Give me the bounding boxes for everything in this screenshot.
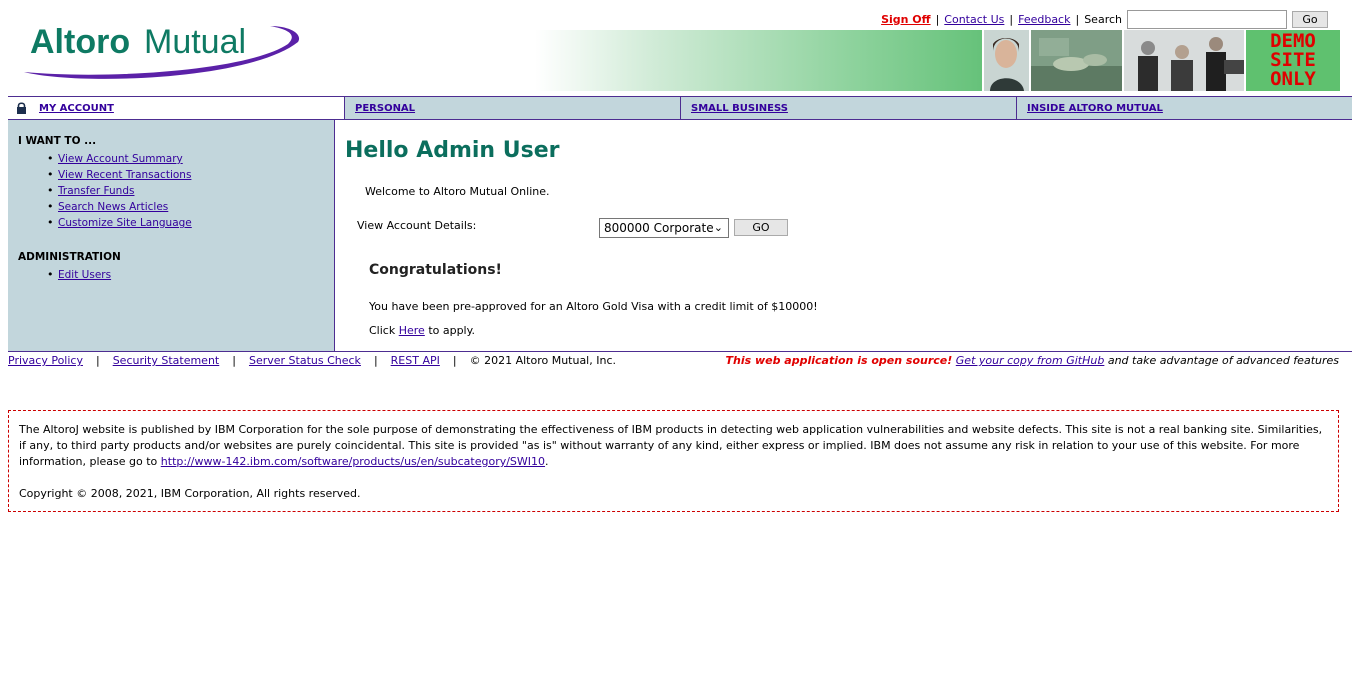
search-go-button[interactable]: Go — [1292, 10, 1328, 28]
page-title: Hello Admin User — [345, 138, 560, 163]
separator: | — [232, 354, 236, 367]
footer-divider — [8, 351, 1352, 352]
security-statement-link[interactable]: Security Statement — [113, 354, 220, 367]
list-item: Customize Site Language — [47, 215, 192, 231]
administration-list: Edit Users — [47, 267, 111, 283]
customize-site-language-link[interactable]: Customize Site Language — [58, 217, 192, 229]
tab-small-business[interactable]: SMALL BUSINESS — [680, 97, 1016, 119]
apply-line: Click Here to apply. — [369, 324, 475, 337]
open-source-rest-text: and take advantage of advanced features — [1107, 354, 1339, 367]
list-item: View Recent Transactions — [47, 167, 192, 183]
disclaimer-copyright: Copyright © 2008, 2021, IBM Corporation,… — [19, 487, 361, 500]
ibm-info-link[interactable]: http://www-142.ibm.com/software/products… — [161, 455, 545, 468]
tab-inside-altoro-mutual[interactable]: INSIDE ALTORO MUTUAL — [1016, 97, 1352, 119]
view-account-details-label: View Account Details: — [357, 219, 477, 232]
server-status-check-link[interactable]: Server Status Check — [249, 354, 361, 367]
separator: | — [373, 354, 378, 367]
feedback-link[interactable]: Feedback — [1018, 13, 1070, 26]
tab-small-business-link[interactable]: SMALL BUSINESS — [691, 103, 788, 114]
woman-photo — [984, 30, 1029, 91]
i-want-to-heading: I WANT TO ... — [18, 135, 97, 147]
footer-links: Privacy Policy | Security Statement | Server… — [8, 354, 616, 367]
logo-text-mutual: Mutual — [144, 23, 246, 61]
search-input[interactable] — [1127, 9, 1287, 29]
search-news-articles-link[interactable]: Search News Articles — [58, 201, 168, 213]
banner-gradient — [535, 30, 982, 91]
github-link[interactable]: Get your copy from GitHub — [956, 354, 1105, 367]
logo-text-altoro: Altoro — [30, 23, 130, 61]
separator: | — [452, 354, 457, 367]
tab-inside-altoro-link[interactable]: INSIDE ALTORO MUTUAL — [1027, 103, 1163, 114]
click-suffix: to apply. — [428, 324, 476, 337]
welcome-text: Welcome to Altoro Mutual Online. — [365, 185, 550, 198]
tab-personal[interactable]: PERSONAL — [344, 97, 680, 119]
disclaimer-box: The AltoroJ website is published by IBM … — [8, 410, 1339, 512]
privacy-policy-link[interactable]: Privacy Policy — [8, 354, 83, 367]
tab-personal-link[interactable]: PERSONAL — [355, 103, 415, 114]
header-banner: DEMO SITE ONLY — [535, 30, 1340, 91]
preapproved-text: You have been pre-approved for an Altoro… — [369, 300, 818, 313]
altoro-mutual-logo[interactable]: Altoro Mutual — [20, 20, 305, 82]
tab-my-account[interactable]: MY ACCOUNT — [8, 97, 344, 119]
demo-site-only-badge: DEMO SITE ONLY — [1246, 30, 1340, 91]
tab-my-account-link[interactable]: MY ACCOUNT — [39, 103, 114, 114]
search-label: Search — [1084, 12, 1122, 26]
list-item: View Account Summary — [47, 151, 192, 167]
contact-us-link[interactable]: Contact Us — [944, 13, 1004, 26]
apply-here-link[interactable]: Here — [399, 324, 425, 337]
demo-line: ONLY — [1270, 68, 1316, 90]
administration-heading: ADMINISTRATION — [18, 251, 121, 263]
chevron-down-icon: ⌄ — [713, 221, 723, 234]
footer-copyright: © 2021 Altoro Mutual, Inc. — [469, 354, 616, 367]
top-links-bar: Sign Off | Contact Us | Feedback | Searc… — [881, 9, 1328, 29]
congratulations-heading: Congratulations! — [369, 262, 502, 278]
transfer-funds-link[interactable]: Transfer Funds — [58, 185, 134, 197]
typing-hands-photo — [1031, 30, 1122, 91]
main-nav: MY ACCOUNT PERSONAL SMALL BUSINESS INSID… — [8, 96, 1352, 120]
rest-api-link[interactable]: REST API — [391, 354, 440, 367]
disclaimer-link-suffix: . — [545, 455, 549, 468]
list-item: Search News Articles — [47, 199, 192, 215]
account-select[interactable]: 800000 Corporate ⌄ — [599, 218, 729, 238]
separator: | — [1009, 12, 1014, 26]
separator: | — [95, 354, 100, 367]
disclaimer-paragraph: The AltoroJ website is published by IBM … — [19, 422, 1328, 470]
account-go-button[interactable]: GO — [734, 219, 788, 236]
i-want-to-list: View Account Summary View Recent Transac… — [47, 151, 192, 231]
open-source-notice: This web application is open source! Get… — [726, 354, 1340, 367]
edit-users-link[interactable]: Edit Users — [58, 269, 111, 281]
click-prefix: Click — [369, 324, 396, 337]
separator: | — [935, 12, 940, 26]
list-item: Edit Users — [47, 267, 111, 283]
sidebar: I WANT TO ... View Account Summary View … — [8, 120, 335, 351]
account-select-value: 800000 Corporate — [604, 221, 714, 235]
open-source-red-text: This web application is open source! — [725, 354, 953, 367]
view-recent-transactions-link[interactable]: View Recent Transactions — [58, 169, 191, 181]
view-account-summary-link[interactable]: View Account Summary — [58, 153, 183, 165]
business-team-photo — [1124, 30, 1244, 91]
list-item: Transfer Funds — [47, 183, 192, 199]
lock-icon — [17, 102, 26, 114]
sign-off-link[interactable]: Sign Off — [881, 13, 931, 26]
separator: | — [1075, 12, 1080, 26]
